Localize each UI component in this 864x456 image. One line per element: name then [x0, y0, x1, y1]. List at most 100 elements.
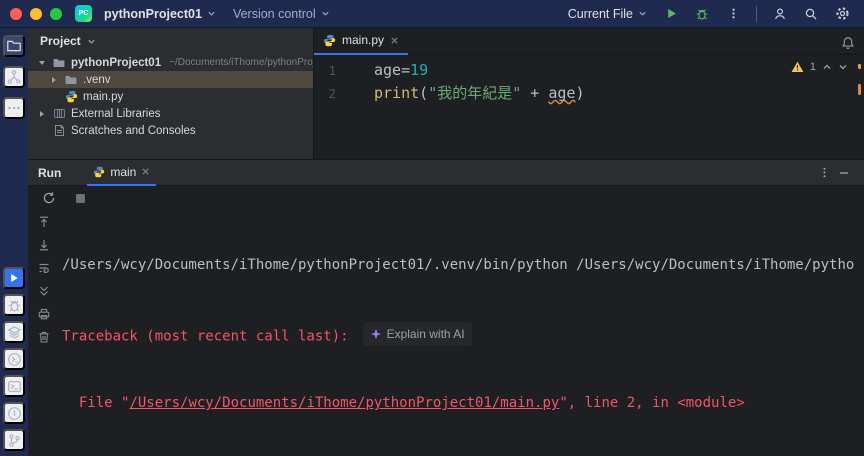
gear-icon — [835, 7, 849, 20]
run-tab-main[interactable]: main — [87, 160, 157, 186]
python-file-icon — [63, 90, 79, 103]
close-icon[interactable] — [141, 167, 150, 176]
console-file-line: File "/Users/wcy/Documents/iThome/python… — [62, 395, 745, 412]
window-controls — [10, 7, 62, 20]
project-panel-header[interactable]: Project — [28, 28, 313, 54]
window-zoom-button[interactable] — [50, 7, 62, 20]
rerun-button[interactable] — [40, 189, 58, 207]
run-tool-window-header: Run main — [28, 160, 864, 186]
chevron-down-icon — [639, 11, 646, 16]
code-text: age=19 — [374, 61, 429, 79]
tree-row-project-root[interactable]: pythonProject01 ~/Documents/iThome/pytho… — [28, 54, 313, 71]
close-icon[interactable] — [390, 36, 399, 45]
history-tool-window-button[interactable] — [3, 402, 25, 424]
pycharm-window: PC pythonProject01 Version control Curre… — [0, 0, 864, 456]
left-strip-top-group — [0, 35, 28, 119]
editor-tab-bar: main.py — [314, 28, 864, 55]
run-configuration-selector[interactable]: Current File — [563, 4, 652, 24]
window-minimize-button[interactable] — [30, 7, 42, 20]
tree-item-label: Scratches and Consoles — [71, 124, 196, 137]
version-control-tool-window-button[interactable] — [3, 429, 25, 451]
soft-wrap-icon — [39, 263, 49, 273]
tree-row-main-py[interactable]: main.py — [28, 88, 313, 105]
settings-button[interactable] — [830, 2, 854, 26]
up-the-stack-trace-button[interactable] — [36, 214, 52, 230]
clear-all-button[interactable] — [36, 329, 52, 345]
version-control-widget-button[interactable]: Version control — [228, 4, 335, 24]
notifications-button[interactable] — [839, 34, 857, 52]
bug-icon — [696, 8, 708, 20]
code-with-me-button[interactable] — [768, 2, 792, 26]
code-line-1: 1 age=19 — [314, 59, 864, 82]
run-console-output[interactable]: /Users/wcy/Documents/iThome/pythonProjec… — [62, 209, 864, 456]
chevron-down-icon — [322, 11, 329, 16]
tree-row-external-libraries[interactable]: External Libraries — [28, 105, 313, 122]
chevron-down-icon — [88, 39, 95, 44]
run-tool-window-button[interactable] — [3, 267, 25, 289]
terminal-icon — [7, 380, 21, 392]
pycharm-logo-icon: PC — [75, 5, 92, 22]
line-number: 1 — [328, 63, 336, 78]
project-panel: Project pythonProject01 ~/Documents/iTho… — [28, 28, 314, 160]
play-icon — [667, 8, 676, 19]
scroll-to-end-button[interactable] — [36, 283, 52, 299]
tree-item-path: ~/Documents/iThome/pythonProject01 — [169, 57, 313, 68]
project-tool-button[interactable] — [3, 35, 25, 57]
tree-item-label: .venv — [83, 73, 111, 86]
run-tab-label: main — [110, 164, 137, 179]
code-editor[interactable]: 1 age=19 2 print("我的年紀是" + age) — [314, 59, 864, 105]
run-button[interactable] — [659, 2, 683, 26]
editor-area: main.py 1 1 age=19 2 print("我的年紀是" + age… — [314, 28, 864, 160]
expand-chevron-icon[interactable] — [36, 60, 47, 65]
editor-tab-main-py[interactable]: main.py — [314, 28, 409, 55]
more-actions-button[interactable] — [721, 2, 745, 26]
stop-icon — [75, 193, 85, 203]
search-icon — [805, 8, 817, 19]
tree-item-label: pythonProject01 — [71, 56, 162, 69]
window-close-button[interactable] — [10, 7, 22, 20]
tree-row-scratches[interactable]: Scratches and Consoles — [28, 122, 313, 139]
printer-icon — [38, 308, 50, 320]
hide-tool-window-button[interactable] — [834, 163, 854, 183]
run-panel-options-button[interactable] — [814, 163, 834, 183]
run-toolbar — [28, 186, 864, 210]
arrow-up-icon — [40, 216, 48, 227]
project-widget-button[interactable]: pythonProject01 — [99, 4, 221, 24]
scrollbar-warning-mark[interactable] — [858, 84, 861, 95]
down-the-stack-trace-button[interactable] — [36, 237, 52, 253]
left-tool-strip — [0, 28, 28, 456]
terminal-tool-window-button[interactable] — [3, 375, 25, 397]
explain-with-ai-button[interactable]: Explain with AI — [362, 321, 472, 346]
traceback-file-link[interactable]: /Users/wcy/Documents/iThome/pythonProjec… — [129, 395, 559, 411]
search-everywhere-button[interactable] — [799, 2, 823, 26]
python-console-tool-window-button[interactable] — [3, 348, 25, 370]
services-tool-window-button[interactable] — [3, 321, 25, 343]
tree-item-label: External Libraries — [71, 107, 161, 120]
rerun-icon — [43, 192, 55, 204]
python-file-icon — [94, 166, 105, 177]
stop-button[interactable] — [71, 189, 89, 207]
code-text: print("我的年紀是" + age) — [374, 84, 585, 102]
tree-row-venv[interactable]: .venv — [28, 71, 313, 88]
console-command-line: /Users/wcy/Documents/iThome/pythonProjec… — [62, 257, 855, 273]
print-button[interactable] — [36, 306, 52, 322]
run-configuration-label: Current File — [567, 6, 633, 21]
structure-tool-button[interactable] — [3, 66, 25, 88]
debug-button[interactable] — [690, 2, 714, 26]
version-control-label: Version control — [232, 6, 316, 21]
tree-item-label: main.py — [83, 90, 124, 103]
scroll-to-end-icon — [40, 286, 48, 296]
soft-wrap-button[interactable] — [36, 260, 52, 276]
debug-tool-window-button[interactable] — [3, 294, 25, 316]
bug-icon — [8, 300, 20, 311]
scrollbar-warning-mark[interactable] — [858, 64, 861, 69]
clock-icon — [7, 406, 21, 420]
kebab-menu-icon — [731, 8, 735, 19]
expand-chevron-icon[interactable] — [36, 110, 47, 117]
folder-icon — [51, 56, 67, 70]
scratch-file-icon — [51, 124, 67, 137]
expand-chevron-icon[interactable] — [48, 76, 59, 83]
console-circle-icon — [7, 352, 21, 366]
project-widget-label: pythonProject01 — [104, 6, 202, 21]
more-tool-windows-button[interactable] — [3, 97, 25, 119]
